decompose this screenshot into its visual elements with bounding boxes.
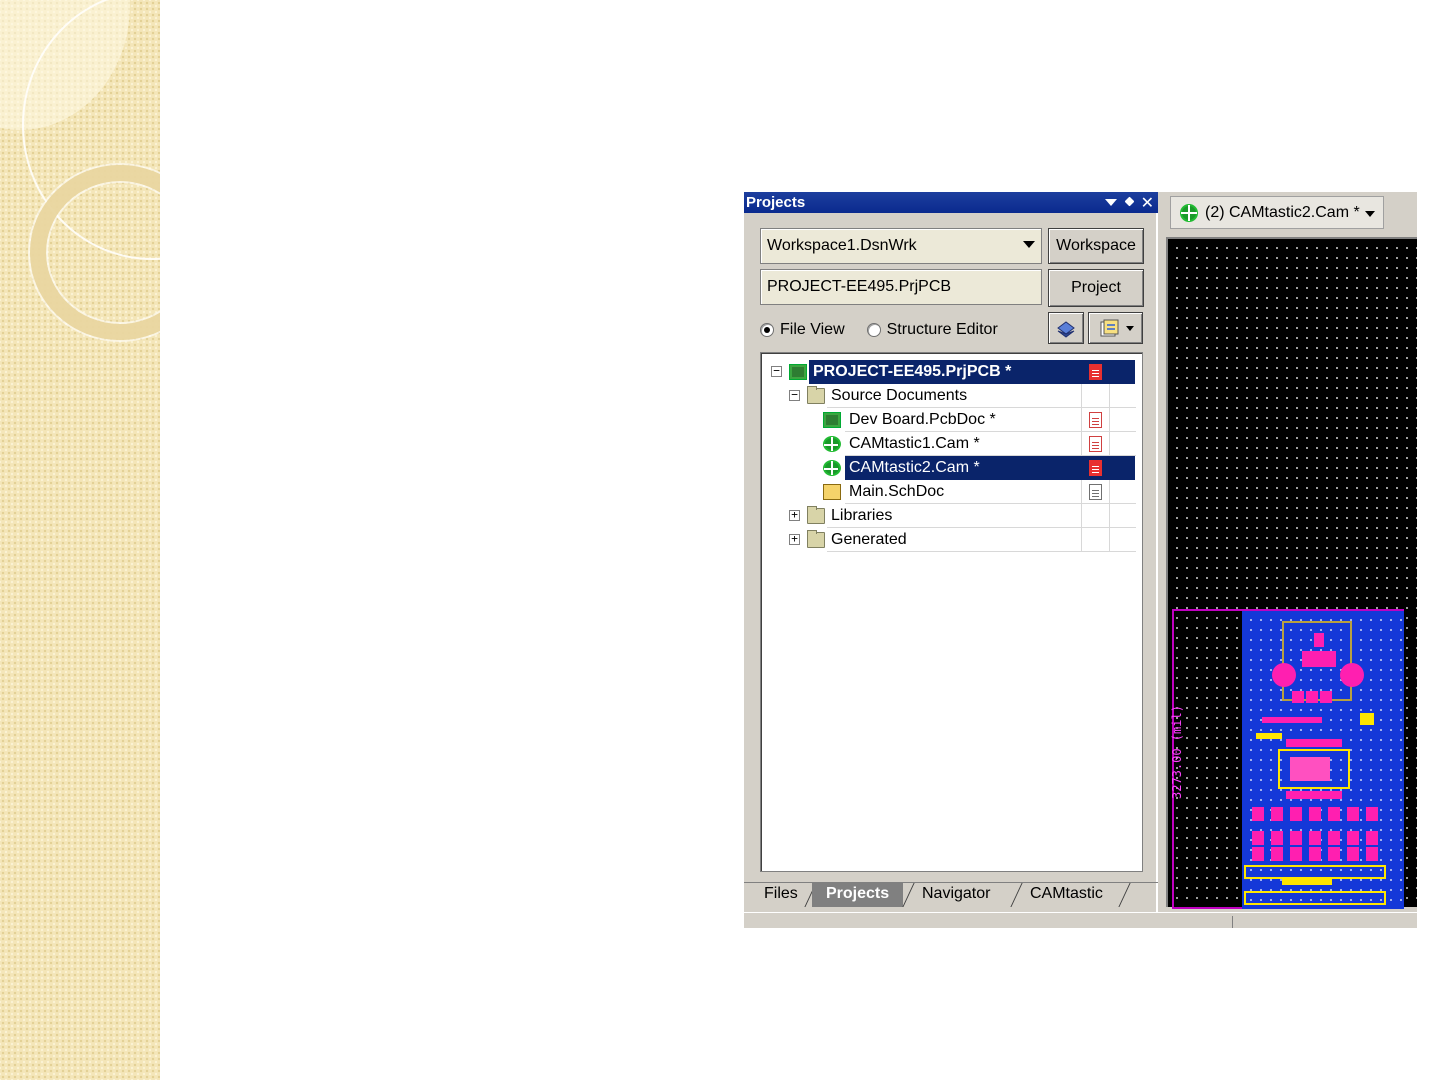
tree-item-document[interactable]: Main.SchDoc — [761, 480, 1136, 504]
slide-decoration — [0, 0, 160, 1080]
project-icon — [789, 364, 807, 380]
chevron-down-icon[interactable] — [1023, 241, 1035, 248]
panel-menu-icon[interactable] — [1104, 199, 1117, 206]
close-icon[interactable]: ✕ — [1141, 193, 1154, 212]
tree-item-document[interactable]: CAMtastic1.Cam * — [761, 432, 1136, 456]
document-label: Dev Board.PcbDoc * — [849, 411, 996, 428]
tree-item-document[interactable]: Dev Board.PcbDoc * — [761, 408, 1136, 432]
project-field-value: PROJECT-EE495.PrjPCB — [767, 278, 952, 295]
tree-item-document[interactable]: CAMtastic2.Cam * — [761, 456, 1136, 480]
project-name: PROJECT-EE495.PrjPCB * — [811, 362, 1014, 382]
folder-icon — [807, 506, 825, 524]
dimension-label: 3273.00 (mil) — [1170, 705, 1184, 799]
project-tree: − PROJECT-EE495.PrjPCB * − Source Docume… — [760, 352, 1143, 872]
tab-projects[interactable]: Projects — [812, 883, 904, 907]
file-view-radio[interactable] — [760, 323, 774, 337]
project-options-button[interactable] — [1088, 312, 1143, 344]
chevron-down-icon[interactable] — [1125, 325, 1134, 331]
expand-toggle[interactable]: + — [789, 509, 800, 521]
workspace-select[interactable]: Workspace1.DsnWrk — [760, 228, 1042, 264]
modified-doc-icon — [1089, 412, 1102, 428]
tree-item-libraries[interactable]: + Libraries — [761, 504, 1136, 528]
modified-doc-icon — [1089, 436, 1102, 452]
collapse-toggle[interactable]: − — [771, 365, 782, 377]
folder-label: Source Documents — [831, 387, 968, 404]
workspace-button[interactable]: Workspace — [1048, 228, 1144, 264]
document-label: Main.SchDoc — [849, 483, 945, 500]
tree-item-project[interactable]: − PROJECT-EE495.PrjPCB * — [761, 360, 1136, 384]
view-options: File View Structure Editor — [760, 320, 998, 340]
workspace-button-label: Workspace — [1056, 237, 1136, 254]
modified-doc-icon — [1089, 460, 1102, 476]
altium-screenshot: Projects ✕ Workspace1.DsnWrk Workspace P… — [744, 192, 1417, 928]
projects-panel: Projects ✕ Workspace1.DsnWrk Workspace P… — [744, 192, 1158, 913]
folder-label: Generated — [831, 531, 907, 548]
panel-title: Projects — [746, 194, 806, 211]
workspace-select-value: Workspace1.DsnWrk — [767, 237, 917, 254]
document-tab-label: (2) CAMtastic2.Cam * — [1205, 203, 1360, 221]
compile-icon — [1057, 321, 1075, 338]
tab-files[interactable]: Files — [750, 883, 812, 907]
cam-icon — [823, 460, 841, 476]
status-bar — [744, 912, 1417, 928]
project-button[interactable]: Project — [1048, 269, 1144, 307]
tree-item-generated[interactable]: + Generated — [761, 528, 1136, 552]
pcb-icon — [823, 412, 841, 428]
file-view-label[interactable]: File View — [780, 321, 845, 339]
document-label: CAMtastic2.Cam * — [847, 458, 982, 478]
chevron-down-icon[interactable] — [1365, 211, 1375, 217]
panel-tabs: Files Projects Navigator CAMtastic — [744, 882, 1158, 907]
modified-doc-icon — [1089, 364, 1102, 380]
compile-button[interactable] — [1048, 312, 1084, 344]
cam-icon — [823, 436, 841, 452]
structure-editor-radio[interactable] — [866, 323, 881, 337]
tab-navigator[interactable]: Navigator — [908, 883, 1004, 907]
collapse-toggle[interactable]: − — [789, 389, 800, 401]
project-button-label: Project — [1071, 279, 1121, 296]
document-tab[interactable]: (2) CAMtastic2.Cam * — [1170, 196, 1384, 229]
cam-canvas[interactable]: 3273.00 (mil) — [1166, 237, 1417, 909]
folder-icon — [807, 386, 825, 404]
tab-camtastic[interactable]: CAMtastic — [1016, 883, 1117, 907]
schematic-icon — [823, 484, 841, 500]
document-icon — [1089, 484, 1102, 500]
project-field[interactable]: PROJECT-EE495.PrjPCB — [760, 269, 1042, 305]
document-label: CAMtastic1.Cam * — [849, 435, 980, 452]
folder-icon — [807, 530, 825, 548]
folder-label: Libraries — [831, 507, 893, 524]
document-options-icon — [1100, 319, 1118, 337]
board-copper — [1242, 611, 1404, 909]
cam-icon — [1180, 203, 1198, 222]
structure-editor-label[interactable]: Structure Editor — [887, 321, 998, 339]
tree-item-source-documents[interactable]: − Source Documents — [761, 384, 1136, 408]
panel-title-bar: Projects ✕ — [744, 192, 1158, 213]
pin-icon[interactable] — [1123, 197, 1135, 209]
expand-toggle[interactable]: + — [789, 533, 800, 545]
